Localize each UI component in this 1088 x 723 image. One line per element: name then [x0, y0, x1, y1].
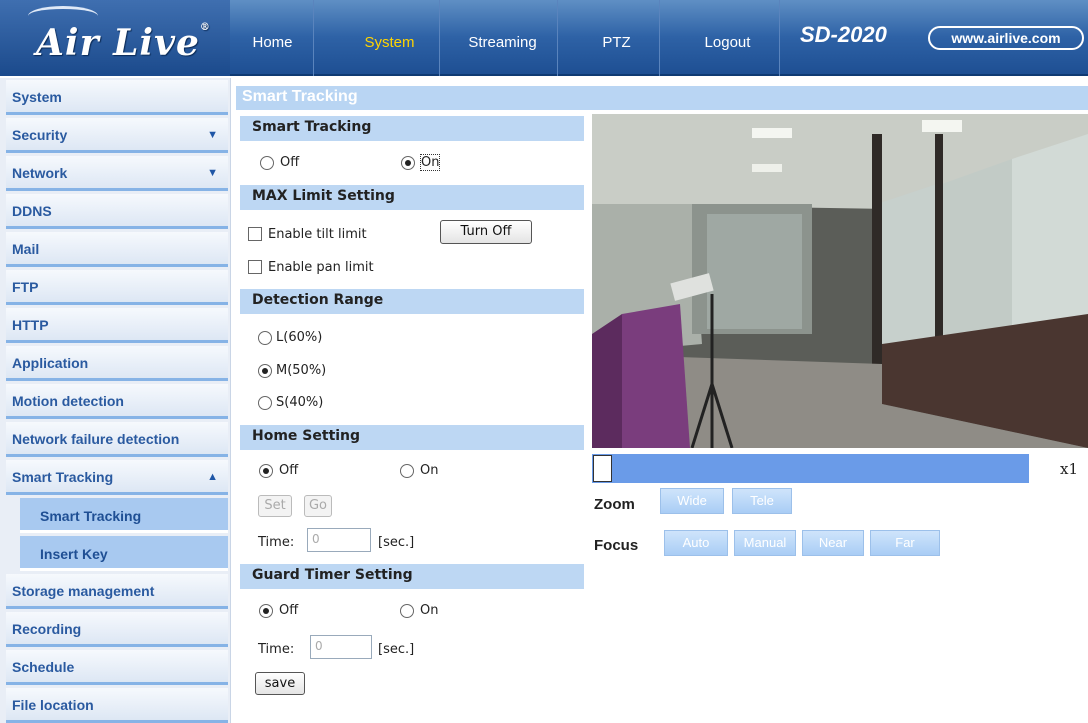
sidebar-item-motion-detection[interactable]: Motion detection	[6, 384, 228, 419]
turn-off-button[interactable]: Turn Off	[440, 220, 532, 244]
expand-arrow-icon: ▼	[207, 129, 218, 141]
sidebar-item-security[interactable]: Security ▼	[6, 118, 228, 153]
nav-ptz[interactable]: PTZ	[574, 0, 660, 76]
sidebar-item-system[interactable]: System	[6, 80, 228, 115]
smart-tracking-on-label: On	[419, 154, 441, 171]
logo-text: Air Live®	[36, 22, 211, 64]
range-large-label: L(60%)	[276, 330, 323, 345]
focus-manual-button[interactable]: Manual	[734, 530, 796, 556]
range-medium-radio[interactable]	[258, 364, 272, 378]
section-detection-range: Detection Range	[240, 289, 584, 314]
zoom-tele-button[interactable]: Tele	[732, 488, 792, 514]
focus-near-button[interactable]: Near	[802, 530, 864, 556]
tilt-limit-label: Enable tilt limit	[268, 227, 367, 242]
focus-label: Focus	[594, 537, 639, 554]
sidebar-item-mail[interactable]: Mail	[6, 232, 228, 267]
guard-off-label: Off	[279, 603, 299, 618]
section-smart-tracking: Smart Tracking	[240, 116, 584, 141]
home-on-label: On	[420, 463, 439, 478]
zoom-wide-button[interactable]: Wide	[660, 488, 724, 514]
zoom-slider-track[interactable]	[592, 454, 1029, 483]
focus-auto-button[interactable]: Auto	[664, 530, 728, 556]
camera-live-view[interactable]	[592, 114, 1088, 448]
home-on-radio[interactable]	[400, 464, 414, 478]
save-button[interactable]: save	[255, 672, 305, 695]
guard-time-input[interactable]: 0	[310, 635, 372, 659]
pan-limit-checkbox[interactable]	[248, 260, 262, 274]
model-name: SD-2020	[800, 22, 887, 47]
home-off-label: Off	[279, 463, 299, 478]
smart-tracking-off-label: Off	[280, 155, 300, 170]
home-time-unit: [sec.]	[378, 535, 415, 550]
sidebar-item-application[interactable]: Application	[6, 346, 228, 381]
sidebar-item-network[interactable]: Network ▼	[6, 156, 228, 191]
range-small-label: S(40%)	[276, 395, 324, 410]
guard-time-label: Time:	[258, 642, 295, 657]
nav-streaming[interactable]: Streaming	[448, 0, 558, 76]
guard-on-label: On	[420, 603, 439, 618]
sidebar-item-recording[interactable]: Recording	[6, 612, 228, 647]
guard-off-radio[interactable]	[259, 604, 273, 618]
zoom-level: x1	[1060, 460, 1079, 478]
focus-far-button[interactable]: Far	[870, 530, 940, 556]
sidebar-item-ftp[interactable]: FTP	[6, 270, 228, 305]
top-header: Air Live® Home System Streaming PTZ Logo…	[0, 0, 1088, 76]
range-small-radio[interactable]	[258, 396, 272, 410]
zoom-slider-handle[interactable]	[593, 455, 612, 482]
pan-limit-label: Enable pan limit	[268, 260, 374, 275]
home-time-label: Time:	[258, 535, 295, 550]
website-badge[interactable]: www.airlive.com	[928, 26, 1084, 50]
expand-arrow-icon: ▼	[207, 167, 218, 179]
nav-home[interactable]: Home	[232, 0, 314, 76]
zoom-label: Zoom	[594, 496, 635, 513]
nav-system[interactable]: System	[340, 0, 440, 76]
home-set-button[interactable]: Set	[258, 495, 292, 517]
sidebar: System Security ▼ Network ▼ DDNS Mail FTP …	[0, 78, 231, 723]
smart-tracking-on-radio[interactable]	[401, 156, 415, 170]
guard-time-unit: [sec.]	[378, 642, 415, 657]
collapse-arrow-icon: ▲	[207, 471, 218, 483]
sidebar-item-network-failure-detection[interactable]: Network failure detection	[6, 422, 228, 457]
nav-logout[interactable]: Logout	[676, 0, 780, 76]
smart-tracking-off-radio[interactable]	[260, 156, 274, 170]
home-go-button[interactable]: Go	[304, 495, 332, 517]
sidebar-item-storage-management[interactable]: Storage management	[6, 574, 228, 609]
page-title: Smart Tracking	[236, 86, 1088, 110]
sidebar-item-ddns[interactable]: DDNS	[6, 194, 228, 229]
section-max-limit: MAX Limit Setting	[240, 185, 584, 210]
section-home-setting: Home Setting	[240, 425, 584, 450]
range-large-radio[interactable]	[258, 331, 272, 345]
sidebar-item-schedule[interactable]: Schedule	[6, 650, 228, 685]
camera-image	[592, 114, 1088, 448]
airlive-logo: Air Live®	[0, 0, 230, 76]
home-time-input[interactable]: 0	[307, 528, 371, 552]
sidebar-item-http[interactable]: HTTP	[6, 308, 228, 343]
sidebar-subitem-insert-key[interactable]: Insert Key	[20, 536, 228, 571]
guard-on-radio[interactable]	[400, 604, 414, 618]
range-medium-label: M(50%)	[276, 363, 327, 378]
sidebar-item-file-location[interactable]: File location	[6, 688, 228, 723]
section-guard-timer: Guard Timer Setting	[240, 564, 584, 589]
sidebar-item-smart-tracking[interactable]: Smart Tracking ▲	[6, 460, 228, 495]
home-off-radio[interactable]	[259, 464, 273, 478]
sidebar-subitem-smart-tracking[interactable]: Smart Tracking	[20, 498, 228, 533]
tilt-limit-checkbox[interactable]	[248, 227, 262, 241]
